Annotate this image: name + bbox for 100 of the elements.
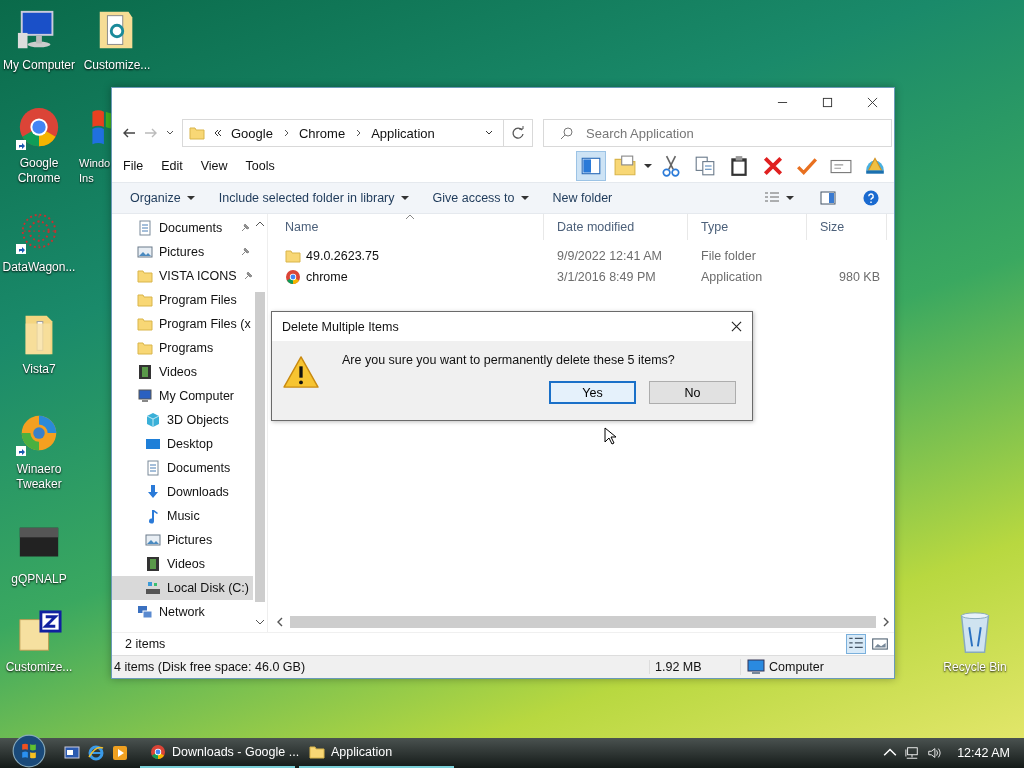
nav-item[interactable]: Program Files <box>112 288 253 312</box>
nav-item[interactable]: Desktop <box>112 432 253 456</box>
scroll-up-icon[interactable] <box>255 220 265 228</box>
drive-icon <box>145 580 161 596</box>
menu-item[interactable]: Tools <box>243 159 283 173</box>
folder-icon <box>309 744 325 760</box>
command-button[interactable]: Include selected folder in library <box>208 187 419 209</box>
nav-item[interactable]: Network <box>112 600 253 624</box>
desktop-icon-label[interactable]: DataWagon... <box>2 260 76 275</box>
refresh-button[interactable] <box>503 119 533 147</box>
preview-pane-icon <box>580 155 602 177</box>
dialog-message: Are you sure you want to permanently delete these 5 items? <box>342 353 676 367</box>
desktop-icon[interactable] <box>64 745 80 761</box>
dialog-button[interactable]: No <box>649 381 736 404</box>
media-player-icon[interactable] <box>112 745 128 761</box>
refresh-icon <box>511 126 525 140</box>
film-icon <box>145 556 161 572</box>
clock[interactable]: 12:42 AM <box>957 746 1010 760</box>
breadcrumb[interactable]: Google <box>231 125 273 141</box>
nav-item[interactable]: Videos <box>112 360 253 384</box>
close-icon[interactable] <box>731 321 742 332</box>
back-arrow-icon[interactable] <box>122 126 136 140</box>
scroll-right-icon[interactable] <box>882 617 890 627</box>
nav-item[interactable]: My Computer <box>112 384 253 408</box>
dialog-button[interactable]: Yes <box>549 381 636 404</box>
nav-item[interactable]: Programs <box>112 336 253 360</box>
nav-item[interactable]: Documents <box>112 216 253 240</box>
folder-icon <box>189 125 205 141</box>
picture-icon <box>145 532 161 548</box>
network-icon[interactable] <box>905 746 920 760</box>
desktop-icon-label[interactable]: Vista7 <box>22 362 56 377</box>
scroll-down-icon[interactable] <box>255 618 265 626</box>
status-text: Computer <box>769 660 824 674</box>
desktop-icon-label[interactable]: Windo Ins <box>79 156 111 186</box>
chrome-icon <box>285 268 301 285</box>
status-text: 4 items (Disk free space: 46.0 GB) <box>113 660 307 674</box>
desktop-icon-label[interactable]: Winaero Tweaker <box>0 462 78 492</box>
folder-icon <box>285 247 301 264</box>
cube-icon <box>145 412 161 428</box>
item-count: 2 items <box>125 637 166 651</box>
scissors-icon <box>660 155 682 177</box>
column-header[interactable]: Name <box>272 214 544 240</box>
nav-item[interactable]: 3D Objects <box>112 408 253 432</box>
column-header[interactable]: Date modified <box>544 214 688 240</box>
table-cell-text: Application <box>700 269 764 284</box>
table-cell-text: 9/9/2022 12:41 AM <box>556 248 663 263</box>
search-box[interactable]: Search Application <box>543 119 892 147</box>
start-button[interactable] <box>12 734 46 768</box>
caret-icon[interactable] <box>166 129 174 137</box>
nav-item[interactable]: VISTA ICONS <box>112 264 253 288</box>
desktop-icon <box>145 436 161 452</box>
close-icon[interactable] <box>867 96 878 108</box>
folder-icon <box>137 316 153 332</box>
file-name[interactable]: 49.0.2623.75 <box>272 247 544 264</box>
delete-icon <box>762 155 784 177</box>
volume-icon[interactable] <box>927 746 942 760</box>
nav-item[interactable]: Pictures <box>112 240 253 264</box>
chevron-icon <box>354 129 363 137</box>
desktop-icon-label[interactable]: Google Chrome <box>0 156 78 186</box>
status-text: 1.92 MB <box>649 660 740 674</box>
file-name[interactable]: chrome <box>272 268 544 285</box>
warning-icon <box>282 355 320 389</box>
nav-item[interactable]: Downloads <box>112 480 253 504</box>
taskbar-button[interactable]: Application <box>299 738 454 768</box>
column-header[interactable]: Type <box>688 214 807 240</box>
menu-item[interactable]: Edit <box>159 159 191 173</box>
folder-icon <box>137 292 153 308</box>
preview-pane-icon[interactable] <box>820 190 836 206</box>
desktop-icon-label[interactable]: My Computer <box>3 58 75 73</box>
address-bar[interactable]: Google Chrome Application <box>182 119 504 147</box>
command-button[interactable]: Organize <box>120 187 205 209</box>
search-field[interactable]: Search Application <box>586 120 891 146</box>
double-chevron-icon <box>214 129 222 137</box>
caret-icon[interactable] <box>644 162 652 170</box>
help-icon[interactable] <box>862 190 880 206</box>
nav-item[interactable]: Program Files (x <box>112 312 253 336</box>
column-header[interactable]: Size <box>807 214 887 240</box>
details-view-icon[interactable] <box>846 634 866 654</box>
desktop-icon-label[interactable]: Customize... <box>83 58 151 73</box>
maximize-icon[interactable] <box>822 96 833 108</box>
folder-icon <box>137 268 153 284</box>
nav-item[interactable]: Documents <box>112 456 253 480</box>
nav-item[interactable]: Music <box>112 504 253 528</box>
nav-item[interactable]: Videos <box>112 552 253 576</box>
breadcrumb[interactable]: Application <box>371 125 435 141</box>
film-icon <box>137 364 153 380</box>
nav-item[interactable]: Local Disk (C:) <box>112 576 253 600</box>
caret-icon[interactable] <box>485 129 493 137</box>
scroll-left-icon[interactable] <box>276 617 284 627</box>
nav-item[interactable]: Pictures <box>112 528 253 552</box>
browser-e-icon[interactable] <box>88 745 104 761</box>
menu-item[interactable]: File <box>121 159 152 173</box>
breadcrumb[interactable]: Chrome <box>298 125 346 141</box>
command-button[interactable]: New folder <box>542 187 623 209</box>
table-cell-text: 3/1/2016 8:49 PM <box>556 269 657 284</box>
menu-item[interactable]: View <box>198 159 236 173</box>
download-icon <box>145 484 161 500</box>
table-cell-text: File folder <box>700 248 757 263</box>
command-button[interactable]: Give access to <box>422 187 539 209</box>
caret-icon[interactable] <box>786 194 794 202</box>
